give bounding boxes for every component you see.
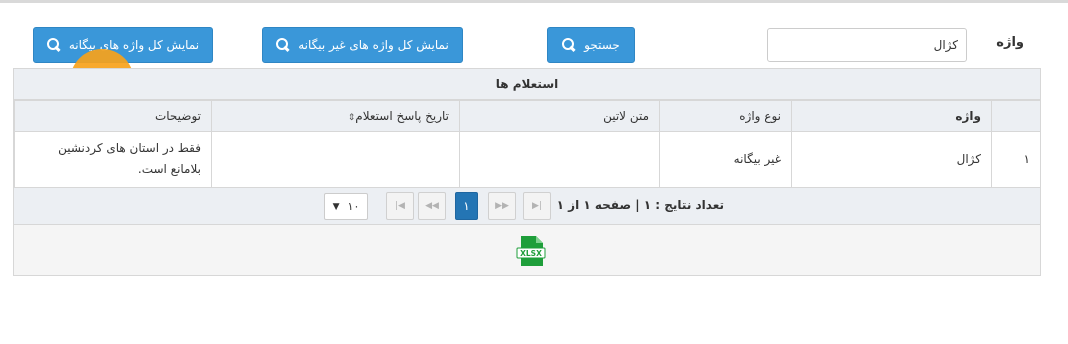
show-nonnative-label: نمایش کل واژه های غیر بیگانه: [298, 38, 449, 52]
results-summary: تعداد نتایج : ۱ | صفحه ۱ از ۱: [556, 198, 724, 212]
inquiries-table: واژه نوع واژه متن لاتین تاریخ پاسخ استعل…: [14, 100, 1041, 188]
row-index: ۱: [991, 131, 1041, 188]
search-button-label: جستجو: [584, 38, 620, 52]
column-header-response-date[interactable]: تاریخ پاسخ استعلام⇕: [211, 100, 460, 132]
export-row: XLSX: [14, 225, 1040, 275]
next-page-icon[interactable]: ◀◀: [418, 192, 446, 220]
page-size-value: ۱۰: [347, 200, 360, 213]
chevron-down-icon: ▼: [332, 201, 340, 212]
search-icon: [562, 38, 576, 52]
row-word: کژال: [791, 131, 992, 188]
row-description: فقط در استان های کردنشین بلامانع است.: [14, 131, 212, 188]
column-header-index: [991, 100, 1041, 132]
table-header-row: واژه نوع واژه متن لاتین تاریخ پاسخ استعل…: [14, 100, 1041, 132]
column-header-word: واژه: [791, 100, 992, 132]
search-input[interactable]: [767, 28, 967, 62]
search-icon: [276, 38, 290, 52]
search-icon: [46, 38, 61, 52]
search-label: واژه: [996, 35, 1024, 50]
first-page-icon[interactable]: ▶|: [523, 192, 551, 220]
column-header-latin-text: متن لاتین: [459, 100, 660, 132]
show-nonnative-words-button[interactable]: نمایش کل واژه های غیر بیگانه: [262, 27, 463, 63]
table-row: ۱ کژال غیر بیگانه فقط در استان های کردنش…: [14, 131, 1041, 188]
last-page-icon[interactable]: |◀: [386, 192, 414, 220]
top-border: [0, 0, 1068, 3]
response-date-label: تاریخ پاسخ استعلام: [355, 109, 449, 123]
inquiries-panel: استعلام ها واژه نوع واژه متن لاتین تاریخ…: [13, 68, 1041, 276]
column-header-word-type: نوع واژه: [659, 100, 792, 132]
previous-page-icon[interactable]: ▶▶: [488, 192, 516, 220]
page-size-select[interactable]: ۱۰ ▼: [324, 193, 368, 220]
excel-export-icon[interactable]: XLSX: [516, 235, 546, 267]
row-latin-text: [459, 131, 660, 188]
xlsx-label: XLSX: [520, 249, 542, 258]
current-page-button[interactable]: ۱: [455, 192, 478, 220]
panel-title: استعلام ها: [14, 69, 1040, 100]
search-button[interactable]: جستجو: [547, 27, 635, 63]
row-response-date: [211, 131, 460, 188]
column-header-description: توضیحات: [14, 100, 212, 132]
row-word-type: غیر بیگانه: [659, 131, 792, 188]
pagination-bar: تعداد نتایج : ۱ | صفحه ۱ از ۱ ▶| ▶▶ ۱ ◀◀…: [14, 188, 1040, 225]
